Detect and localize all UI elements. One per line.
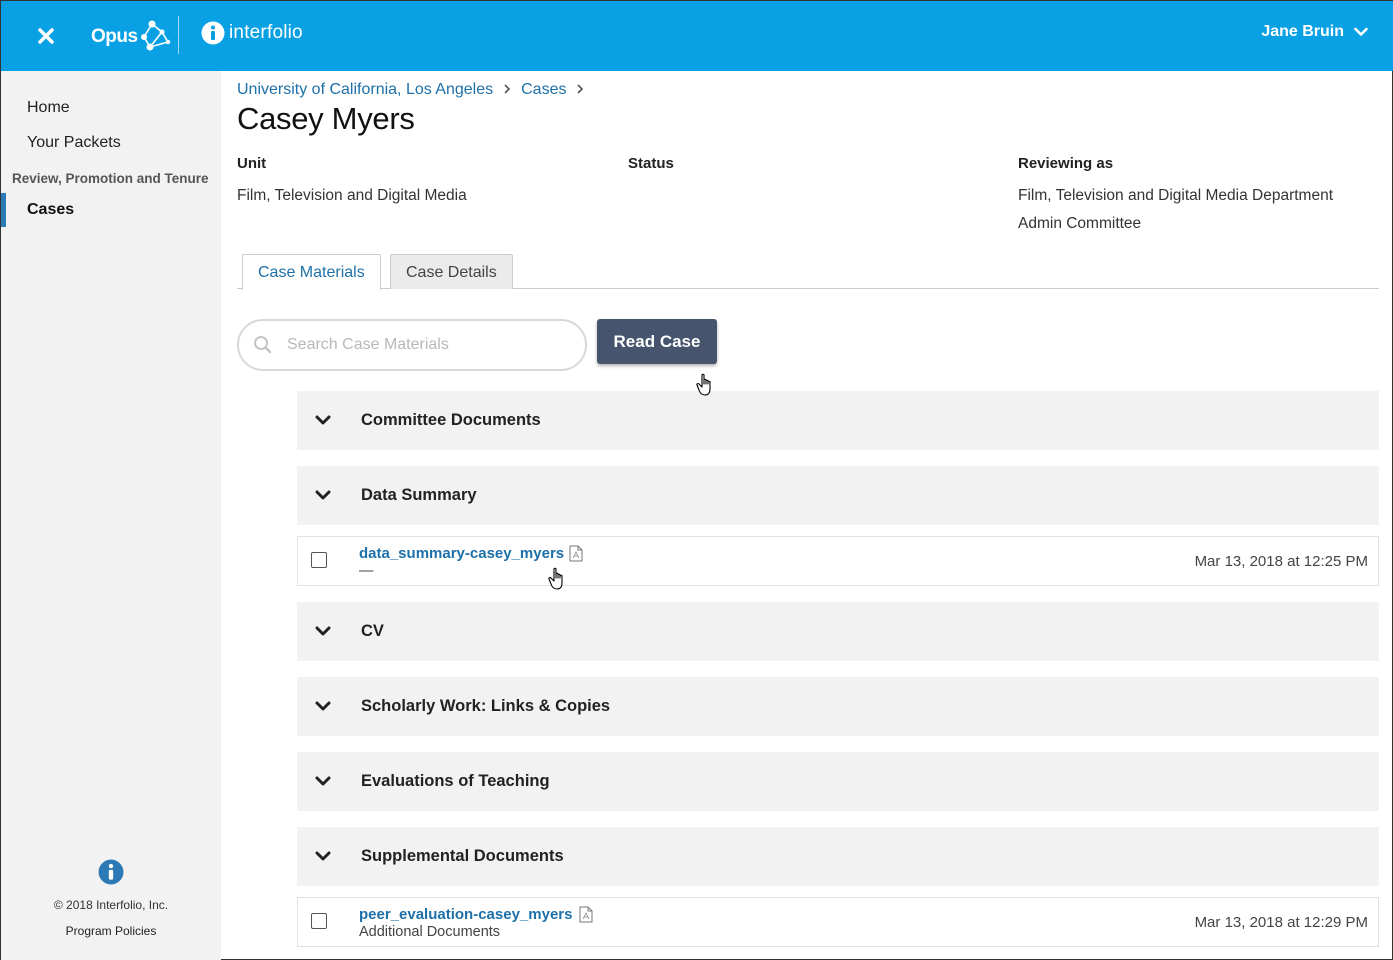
document-subtitle: — [359,563,374,579]
close-button[interactable] [31,21,61,51]
interfolio-logo[interactable]: interfolio [201,21,303,45]
unit-label: Unit [237,155,267,172]
read-case-button[interactable]: Read Case [597,319,717,364]
document-row: data_summary-casey_myers — Mar 13, 2018 … [297,536,1379,586]
copyright-text: © 2018 Interfolio, Inc. [53,898,169,912]
status-info: Status [628,155,674,182]
chevron-down-icon [1354,27,1368,36]
reviewing-info: Reviewing as Film, Television and Digita… [1018,155,1333,238]
search-input[interactable] [287,336,557,354]
section-scholarly-work[interactable]: Scholarly Work: Links & Copies [297,677,1379,736]
unit-value: Film, Television and Digital Media [237,187,467,204]
header-divider [178,16,179,54]
section-title: Supplemental Documents [361,847,564,865]
document-subtitle: Additional Documents [359,924,501,940]
section-title: Data Summary [361,486,477,504]
document-date: Mar 13, 2018 at 12:25 PM [1194,553,1368,570]
reviewing-label: Reviewing as [1018,155,1114,172]
sidebar-item-label: Cases [27,201,75,218]
info-icon [201,21,225,45]
opus-brand-text: Opus [91,26,138,47]
document-checkbox[interactable] [311,913,327,929]
sidebar-item-home[interactable]: Home [27,99,70,117]
user-menu[interactable]: Jane Bruin [1261,23,1368,41]
section-supplemental-documents[interactable]: Supplemental Documents [297,827,1379,886]
section-committee-documents[interactable]: Committee Documents [297,391,1379,450]
document-link[interactable]: peer_evaluation-casey_myers [359,906,572,923]
top-bar: Opus interfolio Jane Bruin [1,1,1393,71]
chevron-down-icon [315,701,331,711]
document-checkbox[interactable] [311,552,327,568]
interfolio-info-icon [98,859,124,885]
sidebar-item-cases[interactable]: Cases [1,193,221,227]
breadcrumb-university[interactable]: University of California, Los Angeles [237,81,493,99]
pdf-file-icon [579,906,593,923]
search-icon [254,336,272,354]
status-label: Status [628,155,674,172]
sidebar-footer: © 2018 Interfolio, Inc. Program Policies [1,859,221,938]
reviewing-department: Film, Television and Digital Media Depar… [1018,187,1334,204]
active-indicator [1,193,6,227]
page-title: Casey Myers [237,101,415,136]
close-icon [38,28,54,44]
sidebar: Home Your Packets Review, Promotion and … [1,71,221,960]
breadcrumb-cases[interactable]: Cases [521,81,566,99]
section-cv[interactable]: CV [297,602,1379,661]
section-title: Scholarly Work: Links & Copies [361,697,611,715]
interfolio-brand-text: interfolio [229,22,303,43]
section-title: Committee Documents [361,411,541,429]
section-title: Evaluations of Teaching [361,772,550,790]
reviewing-committee: Admin Committee [1018,215,1142,232]
chevron-down-icon [315,776,331,786]
chevron-down-icon [315,415,331,425]
user-name: Jane Bruin [1261,23,1344,40]
section-evaluations-of-teaching[interactable]: Evaluations of Teaching [297,752,1379,811]
network-icon [140,20,170,51]
sidebar-section-label: Review, Promotion and Tenure [12,171,209,186]
search-box [237,319,587,371]
chevron-right-icon [503,83,511,98]
chevron-down-icon [315,851,331,861]
reviewing-value: Film, Television and Digital Media Depar… [1018,182,1333,238]
program-policies-link[interactable]: Program Policies [1,924,221,938]
sidebar-item-your-packets[interactable]: Your Packets [27,134,121,152]
chevron-down-icon [315,626,331,636]
tab-case-materials[interactable]: Case Materials [242,254,381,290]
unit-info: Unit Film, Television and Digital Media [237,155,467,210]
chevron-right-icon [576,83,584,98]
document-link[interactable]: data_summary-casey_myers [359,545,564,562]
opus-logo[interactable]: Opus [91,15,172,59]
document-date: Mar 13, 2018 at 12:29 PM [1194,914,1368,931]
breadcrumb: University of California, Los Angeles Ca… [237,81,584,99]
section-data-summary[interactable]: Data Summary [297,466,1379,525]
tab-bar: Case Materials Case Details [237,254,1379,290]
chevron-down-icon [315,490,331,500]
tab-case-details[interactable]: Case Details [390,254,513,289]
section-title: CV [361,622,384,640]
document-row: peer_evaluation-casey_myers Additional D… [297,897,1379,947]
pdf-file-icon [569,545,583,562]
